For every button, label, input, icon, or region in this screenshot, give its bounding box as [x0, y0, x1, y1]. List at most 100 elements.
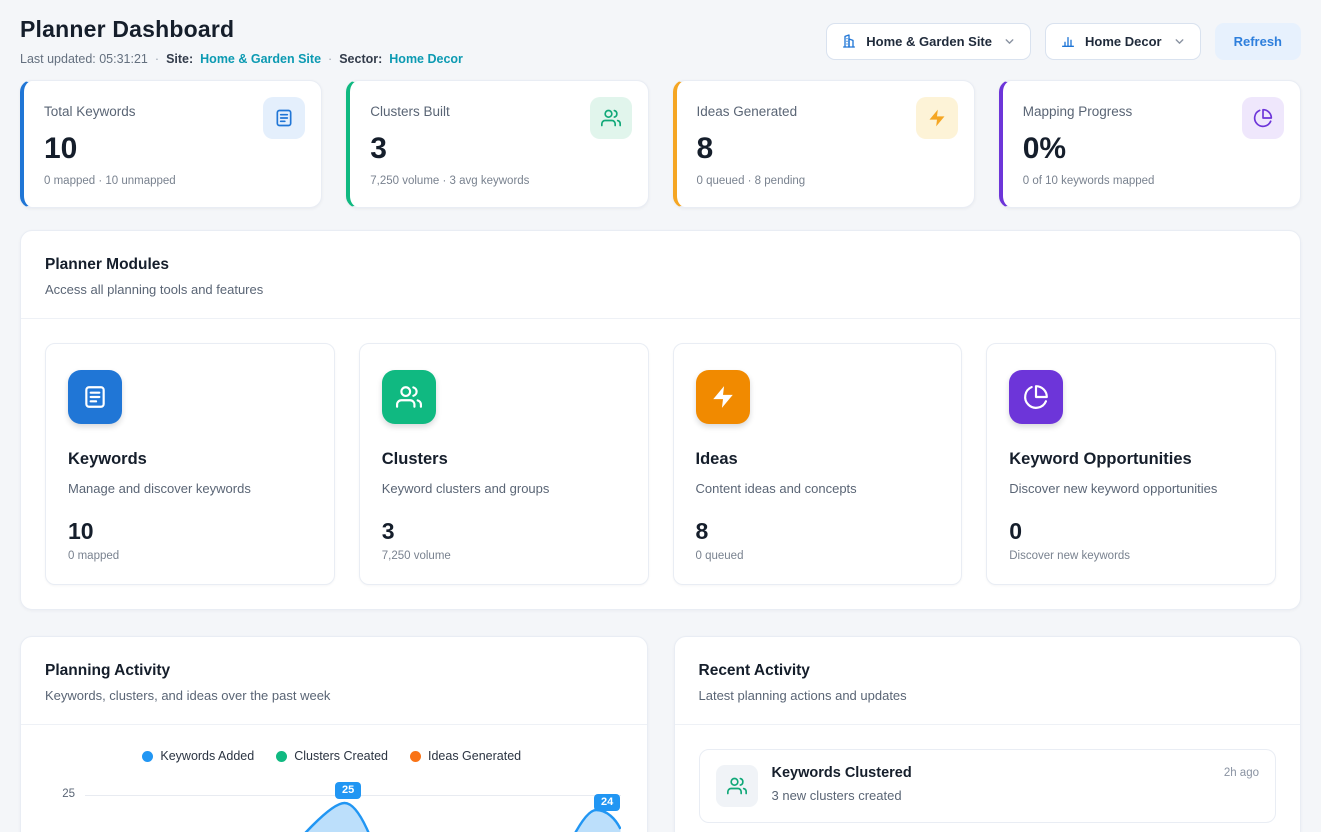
site-selector-label: Home & Garden Site [866, 34, 992, 49]
stat-label: Ideas Generated [697, 104, 798, 119]
module-detail: Discover new keywords [1009, 550, 1253, 562]
sector-label: Sector: [339, 52, 382, 66]
planner-modules-section: Planner Modules Access all planning tool… [20, 230, 1301, 610]
recent-activity-subtitle: Latest planning actions and updates [699, 688, 1277, 703]
chevron-down-icon [1003, 35, 1016, 48]
page-header: Planner Dashboard Last updated: 05:31:21… [20, 16, 1301, 66]
y-axis-tick-label: 25 [39, 788, 75, 800]
planner-dashboard-page: Planner Dashboard Last updated: 05:31:21… [0, 0, 1321, 832]
sector-selector-dropdown[interactable]: Home Decor [1045, 23, 1201, 60]
site-label: Site: [166, 52, 193, 66]
module-detail: 7,250 volume [382, 550, 626, 562]
stat-value: 3 [370, 132, 627, 166]
activity-list-item: Keywords Clustered 3 new clusters create… [699, 749, 1277, 823]
planning-activity-header: Planning Activity Keywords, clusters, an… [21, 637, 647, 725]
module-value: 10 [68, 518, 312, 545]
planning-activity-subtitle: Keywords, clusters, and ideas over the p… [45, 688, 623, 703]
stat-detail: 7,250 volume · 3 avg keywords [370, 175, 627, 187]
stat-label: Clusters Built [370, 104, 450, 119]
pie-chart-icon [1009, 370, 1063, 424]
site-selector-dropdown[interactable]: Home & Garden Site [826, 23, 1031, 60]
module-title: Clusters [382, 450, 626, 469]
users-icon [382, 370, 436, 424]
legend-label: Ideas Generated [428, 749, 521, 763]
module-value: 3 [382, 518, 626, 545]
legend-label: Keywords Added [160, 749, 254, 763]
module-title: Keywords [68, 450, 312, 469]
bottom-panels: Planning Activity Keywords, clusters, an… [20, 636, 1301, 832]
pie-chart-icon [1242, 97, 1284, 139]
sector-link[interactable]: Home Decor [389, 52, 463, 66]
legend-dot-blue [142, 751, 153, 762]
legend-item-clusters-created: Clusters Created [276, 749, 388, 763]
module-description: Keyword clusters and groups [382, 481, 626, 496]
legend-item-keywords-added: Keywords Added [142, 749, 254, 763]
activity-area-chart: 25 25 24 [39, 779, 625, 832]
stat-value: 10 [44, 132, 301, 166]
stat-card-mapping-progress: Mapping Progress 0% 0 of 10 keywords map… [999, 80, 1301, 208]
lightning-icon [916, 97, 958, 139]
modules-grid: Keywords Manage and discover keywords 10… [21, 319, 1300, 609]
header-left: Planner Dashboard Last updated: 05:31:21… [20, 16, 463, 66]
module-card-keyword-opportunities[interactable]: Keyword Opportunities Discover new keywo… [986, 343, 1276, 585]
refresh-button[interactable]: Refresh [1215, 23, 1301, 60]
module-card-keywords[interactable]: Keywords Manage and discover keywords 10… [45, 343, 335, 585]
module-description: Manage and discover keywords [68, 481, 312, 496]
stat-detail: 0 mapped · 10 unmapped [44, 175, 301, 187]
separator-dot: · [155, 52, 159, 66]
modules-title: Planner Modules [45, 256, 1276, 274]
module-detail: 0 queued [696, 550, 940, 562]
stat-label: Total Keywords [44, 104, 136, 119]
module-description: Content ideas and concepts [696, 481, 940, 496]
legend-dot-orange [410, 751, 421, 762]
page-title: Planner Dashboard [20, 16, 463, 43]
module-title: Keyword Opportunities [1009, 450, 1253, 469]
stat-detail: 0 queued · 8 pending [697, 175, 954, 187]
activity-timestamp: 2h ago [1224, 765, 1259, 779]
module-value: 8 [696, 518, 940, 545]
planning-activity-panel: Planning Activity Keywords, clusters, an… [20, 636, 648, 832]
chevron-down-icon [1173, 35, 1186, 48]
recent-activity-body: Keywords Clustered 3 new clusters create… [675, 725, 1301, 823]
modules-subtitle: Access all planning tools and features [45, 282, 1276, 297]
legend-item-ideas-generated: Ideas Generated [410, 749, 521, 763]
data-point-label: 25 [335, 782, 361, 799]
separator-dot: · [328, 52, 332, 66]
last-updated-text: Last updated: 05:31:21 [20, 52, 148, 66]
users-icon [590, 97, 632, 139]
legend-dot-green [276, 751, 287, 762]
module-card-ideas[interactable]: Ideas Content ideas and concepts 8 0 que… [673, 343, 963, 585]
chart-plot-area: 25 24 [85, 779, 621, 832]
module-card-clusters[interactable]: Clusters Keyword clusters and groups 3 7… [359, 343, 649, 585]
stat-detail: 0 of 10 keywords mapped [1023, 175, 1280, 187]
activity-item-title: Keywords Clustered [772, 765, 912, 781]
stat-card-clusters-built: Clusters Built 3 7,250 volume · 3 avg ke… [346, 80, 648, 208]
module-title: Ideas [696, 450, 940, 469]
lightning-icon [696, 370, 750, 424]
recent-activity-title: Recent Activity [699, 662, 1277, 680]
module-detail: 0 mapped [68, 550, 312, 562]
module-value: 0 [1009, 518, 1253, 545]
legend-label: Clusters Created [294, 749, 388, 763]
document-icon [263, 97, 305, 139]
stat-value: 0% [1023, 132, 1280, 166]
stat-card-total-keywords: Total Keywords 10 0 mapped · 10 unmapped [20, 80, 322, 208]
module-description: Discover new keyword opportunities [1009, 481, 1253, 496]
stat-card-ideas-generated: Ideas Generated 8 0 queued · 8 pending [673, 80, 975, 208]
activity-item-description: 3 new clusters created [772, 788, 912, 803]
modules-header: Planner Modules Access all planning tool… [21, 231, 1300, 319]
document-icon [68, 370, 122, 424]
site-link[interactable]: Home & Garden Site [200, 52, 321, 66]
recent-activity-panel: Recent Activity Latest planning actions … [674, 636, 1302, 832]
users-icon [716, 765, 758, 807]
bar-chart-icon [1060, 33, 1076, 49]
chart-legend: Keywords Added Clusters Created Ideas Ge… [39, 749, 625, 763]
stat-label: Mapping Progress [1023, 104, 1133, 119]
header-meta: Last updated: 05:31:21 · Site: Home & Ga… [20, 52, 463, 66]
activity-text: Keywords Clustered 3 new clusters create… [772, 765, 912, 803]
data-point-label: 24 [594, 794, 620, 811]
sector-selector-label: Home Decor [1085, 34, 1162, 49]
building-icon [841, 33, 857, 49]
recent-activity-header: Recent Activity Latest planning actions … [675, 637, 1301, 725]
stat-cards-row: Total Keywords 10 0 mapped · 10 unmapped… [20, 80, 1301, 208]
